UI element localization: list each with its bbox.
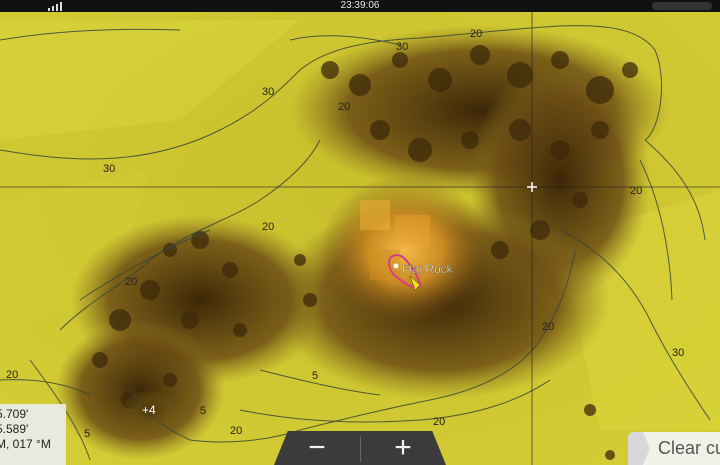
contour-label: 30 — [396, 41, 408, 53]
zoom-controls: − + — [274, 431, 446, 465]
chart-plotter-screen: 30 20 30 30 20 20 20 30 20 20 20 20 5 5 … — [0, 0, 720, 465]
contour-label: 20 — [262, 221, 274, 233]
contour-label: 5 — [312, 370, 318, 382]
contour-label: 20 — [230, 425, 242, 437]
contour-label: 20 — [6, 369, 18, 381]
status-bar-cap — [652, 2, 712, 10]
contour-label: 5 — [84, 428, 90, 440]
contour-label: 30 — [672, 347, 684, 359]
sonar-map[interactable]: 30 20 30 30 20 20 20 30 20 20 20 20 5 5 … — [0, 0, 720, 465]
contour-label: 20 — [125, 276, 137, 288]
status-time: 23:39:06 — [340, 0, 380, 11]
bearing-readout: M, 017 °M — [0, 437, 51, 451]
contour-label: 30 — [262, 86, 274, 98]
zoom-out-button[interactable]: − — [274, 431, 360, 465]
contour-label: 20 — [542, 321, 554, 333]
chevron-icon — [628, 432, 650, 465]
contour-label: 20 — [338, 101, 350, 113]
contour-label: 20 — [630, 185, 642, 197]
longitude-readout: 5.589' — [0, 422, 29, 436]
contour-label: 5 — [200, 405, 206, 417]
contour-label: 30 — [103, 163, 115, 175]
latitude-readout: 5.709' — [0, 407, 29, 421]
clear-cursor-label: Clear cu — [658, 438, 720, 458]
status-bar: 23:39:06 — [0, 0, 720, 12]
clear-cursor-button[interactable]: Clear cu — [628, 432, 720, 465]
contour-label: 20 — [433, 416, 445, 428]
spot-depth-marker[interactable]: +4 — [142, 403, 156, 417]
waypoint-label: Flat Rock — [402, 262, 454, 276]
contour-label: 20 — [470, 28, 482, 40]
position-panel: 5.709' 5.589' M, 017 °M — [0, 404, 66, 465]
zoom-in-button[interactable]: + — [360, 431, 446, 465]
